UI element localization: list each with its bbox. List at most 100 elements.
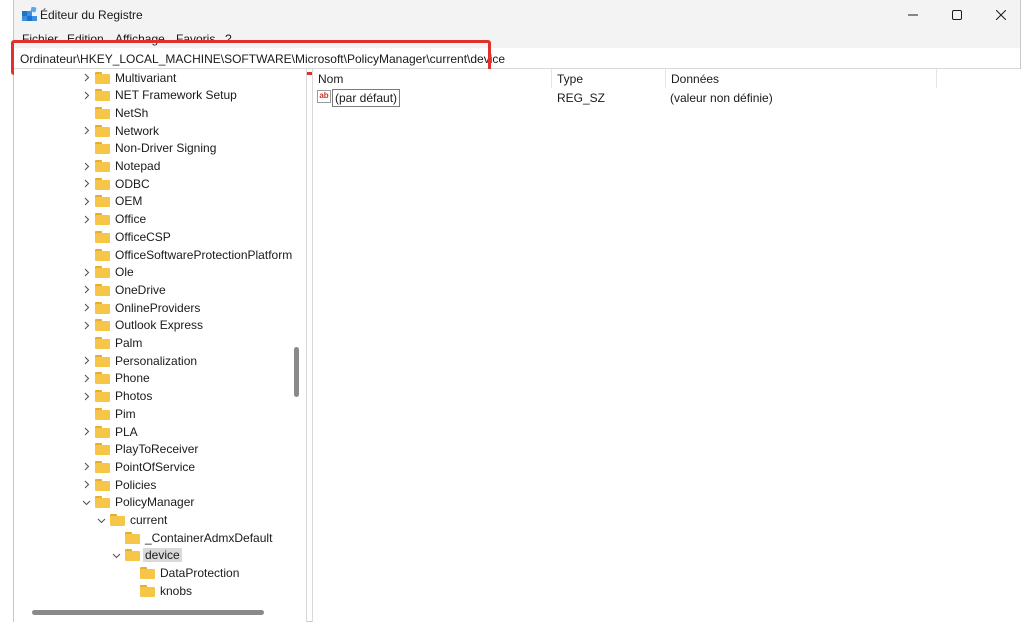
minimize-icon [908, 14, 918, 16]
tree-item[interactable]: ODBC [80, 175, 152, 192]
tree-item-label: PolicyManager [115, 495, 195, 510]
tree-item[interactable]: NET Framework Setup [80, 87, 239, 104]
chevron-right-icon[interactable] [80, 461, 92, 473]
chevron-right-icon[interactable] [80, 89, 92, 101]
tree-item[interactable]: PolicyManager [80, 494, 196, 511]
tree-item[interactable]: Outlook Express [80, 317, 205, 334]
tree-item[interactable]: Personalization [80, 352, 199, 369]
tree-item[interactable]: OneDrive [80, 281, 168, 298]
folder-icon [95, 230, 110, 243]
chevron-right-icon[interactable] [80, 479, 92, 491]
folder-icon [95, 106, 110, 119]
tree-item[interactable]: Non-Driver Signing [80, 140, 218, 157]
tree-item-label: PLA [115, 424, 138, 439]
tree-item[interactable]: OfficeCSP [80, 228, 173, 245]
menu-fichier[interactable]: Fichier [22, 32, 58, 46]
tree-item-label: Palm [115, 336, 143, 350]
folder-icon [125, 549, 140, 562]
close-icon [996, 10, 1006, 20]
chevron-right-icon[interactable] [80, 160, 92, 172]
chevron-down-icon[interactable] [110, 549, 122, 561]
address-bar[interactable]: Ordinateur\HKEY_LOCAL_MACHINE\SOFTWARE\M… [11, 40, 1020, 75]
chevron-down-icon[interactable] [80, 496, 92, 508]
folder-icon [95, 248, 110, 261]
column-header-donnees[interactable]: Données [666, 69, 937, 88]
tree-item-label: NetSh [115, 105, 149, 120]
minimize-button[interactable] [890, 0, 936, 30]
address-path[interactable]: Ordinateur\HKEY_LOCAL_MACHINE\SOFTWARE\M… [20, 52, 505, 66]
column-header-nom[interactable]: Nom [313, 69, 552, 88]
tree-item[interactable]: knobs [125, 582, 194, 599]
tree-item[interactable]: OnlineProviders [80, 299, 202, 316]
table-row[interactable]: ab (par défaut) REG_SZ (valeur non défin… [313, 89, 1021, 107]
tree-item[interactable]: Multivariant [80, 69, 178, 86]
chevron-down-icon[interactable] [95, 514, 107, 526]
folder-icon [140, 584, 155, 597]
chevron-right-icon[interactable] [80, 426, 92, 438]
chevron-right-icon[interactable] [80, 319, 92, 331]
tree-item[interactable]: Palm [80, 335, 144, 352]
maximize-icon [952, 10, 962, 20]
value-name[interactable]: (par défaut) [332, 89, 401, 107]
tree-item[interactable]: DataProtection [125, 565, 241, 582]
folder-icon [95, 142, 110, 155]
chevron-right-icon[interactable] [80, 72, 92, 84]
registry-editor-window: Éditeur du Registre Fichier Edition Affi… [11, 0, 1021, 622]
registry-app-icon [22, 7, 37, 21]
tree-item[interactable]: device [110, 547, 182, 564]
tree-item[interactable]: PLA [80, 423, 140, 440]
chevron-right-icon[interactable] [80, 125, 92, 137]
tree-item[interactable]: OfficeSoftwareProtectionPlatform [80, 246, 294, 263]
tree-horizontal-scrollbar[interactable] [32, 610, 264, 615]
chevron-right-icon[interactable] [80, 284, 92, 296]
chevron-right-icon[interactable] [80, 213, 92, 225]
tree-item-label: DataProtection [160, 566, 240, 581]
chevron-right-icon[interactable] [80, 390, 92, 402]
values-pane[interactable]: Nom Type Données ab (par défaut) REG_SZ … [312, 69, 1021, 622]
folder-icon [95, 195, 110, 208]
tree-item-label: Outlook Express [115, 318, 204, 333]
tree-item[interactable]: NetSh [80, 104, 150, 121]
tree-item[interactable]: PlayToReceiver [80, 441, 200, 458]
folder-icon [110, 514, 125, 526]
tree-item-label: device [143, 548, 182, 563]
menu-affichage[interactable]: Affichage [115, 32, 165, 46]
tree-item[interactable]: Ole [80, 264, 136, 281]
tree-item[interactable]: current [95, 512, 169, 529]
folder-icon [95, 160, 110, 172]
tree-item-label: Personalization [115, 353, 198, 368]
folder-icon [95, 177, 110, 190]
tree-item[interactable]: OEM [80, 193, 144, 210]
folder-icon [95, 283, 110, 296]
chevron-right-icon[interactable] [80, 355, 92, 367]
tree-item[interactable]: Pim [80, 405, 138, 422]
tree-item[interactable]: Phone [80, 370, 152, 387]
tree-item-label: OfficeSoftwareProtectionPlatform [115, 247, 293, 262]
tree-item[interactable]: Notepad [80, 158, 162, 175]
chevron-right-icon[interactable] [80, 178, 92, 190]
chevron-right-icon[interactable] [80, 195, 92, 207]
tree-item-label: _ContainerAdmxDefault [145, 530, 273, 545]
menu-edition[interactable]: Edition [67, 32, 104, 46]
close-button[interactable] [978, 0, 1024, 30]
folder-icon [95, 354, 110, 367]
tree-item[interactable]: Network [80, 122, 161, 139]
tree-item[interactable]: Office [80, 211, 148, 228]
tree-item-label: Photos [115, 389, 153, 404]
key-tree-pane[interactable]: Multivariant NET Framework Setup NetSh Netw… [14, 69, 307, 622]
tree-item[interactable]: PointOfService [80, 458, 197, 475]
column-header-type[interactable]: Type [552, 69, 666, 88]
tree-item[interactable]: Photos [80, 388, 154, 405]
menu-favoris[interactable]: Favoris [176, 32, 215, 46]
tree-item[interactable]: _ContainerAdmxDefault [110, 529, 274, 546]
menu-help[interactable]: ? [225, 32, 232, 46]
tree-item-label: OfficeCSP [115, 229, 171, 244]
tree-item-label: PlayToReceiver [115, 442, 199, 457]
tree-item[interactable]: Policies [80, 476, 158, 493]
chevron-right-icon[interactable] [80, 266, 92, 278]
chevron-right-icon[interactable] [80, 302, 92, 314]
maximize-button[interactable] [934, 0, 980, 30]
chevron-right-icon[interactable] [80, 372, 92, 384]
title-bar[interactable]: Éditeur du Registre [14, 0, 1020, 30]
tree-vertical-scrollbar[interactable] [294, 347, 299, 397]
